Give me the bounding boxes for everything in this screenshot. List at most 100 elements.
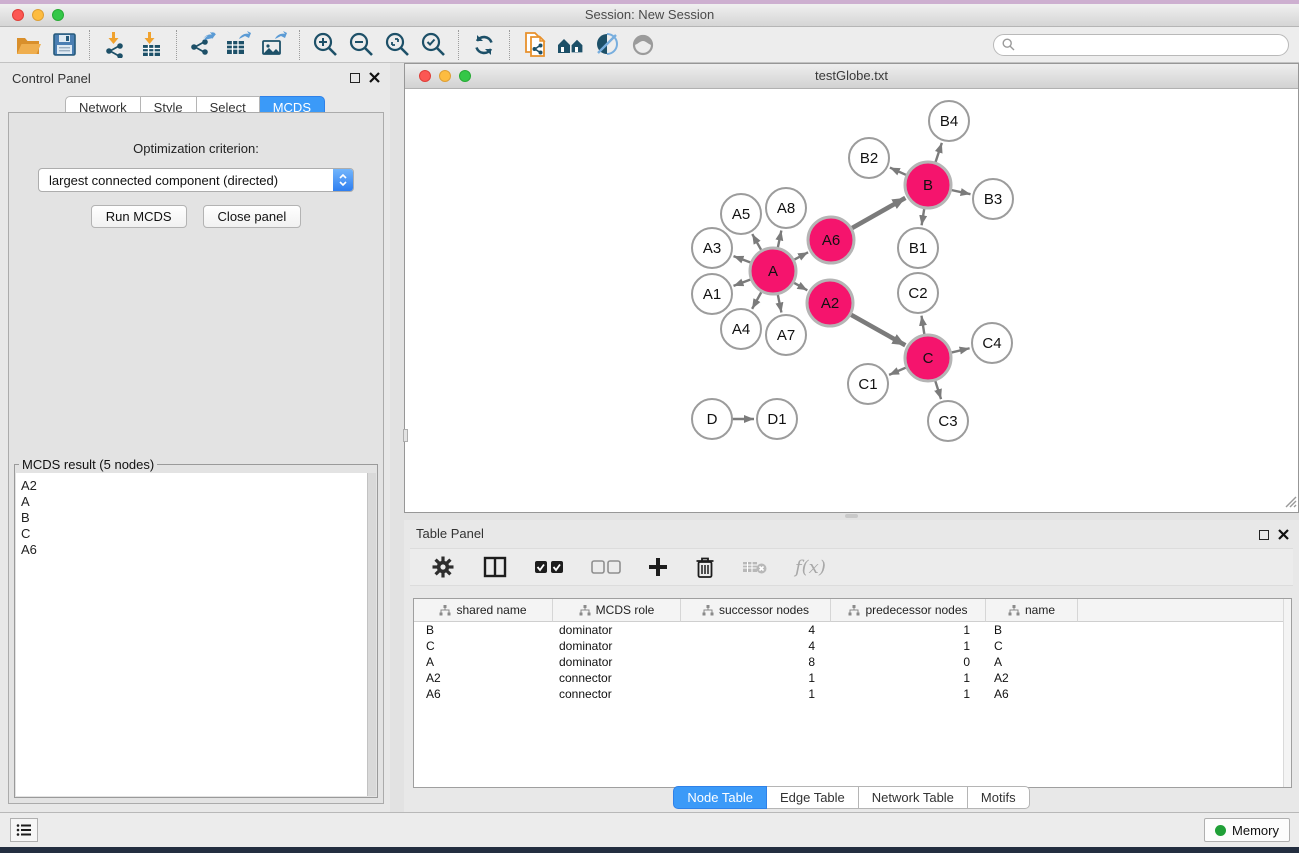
table-row[interactable]: A6connector11A6 [414, 686, 1291, 702]
graph-node-A7[interactable]: A7 [766, 315, 806, 355]
graph-node-A3[interactable]: A3 [692, 228, 732, 268]
graph-node-A8[interactable]: A8 [766, 188, 806, 228]
close-panel-icon[interactable] [369, 72, 380, 83]
graph-node-A2[interactable]: A2 [807, 280, 853, 326]
import-table-button[interactable] [133, 29, 169, 61]
tab-motifs[interactable]: Motifs [968, 786, 1030, 809]
network-overview-button[interactable] [553, 29, 589, 61]
delete-table-button[interactable] [742, 559, 768, 575]
delete-column-button[interactable] [695, 556, 715, 579]
minimize-window-button[interactable] [32, 9, 44, 21]
table-row[interactable]: Bdominator41B [414, 622, 1291, 638]
column-header-label: successor nodes [719, 603, 809, 617]
graph-node-D[interactable]: D [692, 399, 732, 439]
maximize-window-button[interactable] [52, 9, 64, 21]
close-window-button[interactable] [12, 9, 24, 21]
export-network-icon [189, 31, 216, 58]
save-session-button[interactable] [46, 29, 82, 61]
run-mcds-button[interactable]: Run MCDS [91, 205, 187, 228]
edge-A6-B[interactable] [848, 198, 906, 231]
export-table-button[interactable] [220, 29, 256, 61]
float-panel-icon[interactable] [1259, 530, 1269, 540]
table-row[interactable]: A2connector11A2 [414, 670, 1291, 686]
show-graphics-button[interactable] [625, 29, 661, 61]
table-row[interactable]: Adominator80A [414, 654, 1291, 670]
graph-node-A4[interactable]: A4 [721, 309, 761, 349]
cell-predecessor-nodes: 1 [831, 639, 986, 653]
graph-node-B3[interactable]: B3 [973, 179, 1013, 219]
desktop-scroll-tick[interactable] [403, 429, 408, 442]
close-panel-button[interactable]: Close panel [203, 205, 302, 228]
column-header-predecessor-nodes[interactable]: predecessor nodes [831, 599, 986, 622]
column-header-label: shared name [456, 603, 526, 617]
tab-edge-table[interactable]: Edge Table [767, 786, 859, 809]
show-columns-button[interactable] [483, 556, 507, 578]
graph-node-B1[interactable]: B1 [898, 228, 938, 268]
close-panel-icon[interactable] [1278, 529, 1289, 540]
svg-text:A5: A5 [732, 206, 750, 223]
hide-details-button[interactable] [589, 29, 625, 61]
export-network-button[interactable] [184, 29, 220, 61]
network-close-button[interactable] [419, 70, 431, 82]
resize-grip-icon[interactable] [1284, 495, 1297, 511]
duplicate-network-button[interactable] [517, 29, 553, 61]
zoom-selected-icon [420, 31, 447, 58]
graph-node-A5[interactable]: A5 [721, 194, 761, 234]
open-session-button[interactable] [10, 29, 46, 61]
add-column-button[interactable] [648, 557, 668, 577]
tab-node-table[interactable]: Node Table [673, 786, 767, 809]
task-history-button[interactable] [10, 818, 38, 842]
network-minimize-button[interactable] [439, 70, 451, 82]
memory-label: Memory [1232, 823, 1279, 838]
network-maximize-button[interactable] [459, 70, 471, 82]
table-tabs: Node Table Edge Table Network Table Moti… [404, 786, 1299, 809]
float-panel-icon[interactable] [350, 73, 360, 83]
graph-node-D1[interactable]: D1 [757, 399, 797, 439]
graph-node-B4[interactable]: B4 [929, 101, 969, 141]
attribute-tree-icon [1008, 605, 1020, 616]
result-item[interactable]: C [21, 526, 376, 542]
table-scrollbar[interactable] [1283, 599, 1291, 787]
graph-node-C2[interactable]: C2 [898, 273, 938, 313]
graph-node-C4[interactable]: C4 [972, 323, 1012, 363]
function-builder-button[interactable]: f(x) [795, 557, 826, 578]
table-row[interactable]: Cdominator41C [414, 638, 1291, 654]
graph-node-A6[interactable]: A6 [808, 217, 854, 263]
zoom-fit-button[interactable] [379, 29, 415, 61]
column-header-shared-name[interactable]: shared name [414, 599, 553, 622]
cell-shared-name: A [414, 655, 553, 669]
memory-button[interactable]: Memory [1204, 818, 1290, 842]
result-list-scrollbar[interactable] [367, 473, 376, 796]
tab-network-table[interactable]: Network Table [859, 786, 968, 809]
export-image-button[interactable] [256, 29, 292, 61]
graph-node-A[interactable]: A [750, 248, 796, 294]
result-item[interactable]: A [21, 494, 376, 510]
graph-node-C1[interactable]: C1 [848, 364, 888, 404]
result-item[interactable]: A2 [21, 478, 376, 494]
network-canvas[interactable]: A A1 A2 A3 A4 A5 A6 A7 A8 B B1 B2 B3B4 C C1 C2 C3C4 D D1 [405, 90, 1298, 512]
edge-A2-C[interactable] [847, 312, 906, 345]
zoom-in-button[interactable] [307, 29, 343, 61]
deselect-all-button[interactable] [591, 560, 621, 574]
result-item[interactable]: A6 [21, 542, 376, 558]
table-settings-button[interactable] [430, 554, 456, 580]
column-header-successor-nodes[interactable]: successor nodes [681, 599, 831, 622]
column-header-name[interactable]: name [986, 599, 1078, 622]
split-pane-handle[interactable] [845, 514, 858, 518]
import-network-button[interactable] [97, 29, 133, 61]
criterion-select[interactable]: largest connected component (directed) [38, 168, 354, 192]
zoom-selected-button[interactable] [415, 29, 451, 61]
search-input[interactable] [1020, 37, 1280, 53]
network-window-titlebar[interactable]: testGlobe.txt [405, 64, 1298, 89]
select-all-button[interactable] [534, 560, 564, 574]
column-header-MCDS-role[interactable]: MCDS role [553, 599, 681, 622]
graph-node-B2[interactable]: B2 [849, 138, 889, 178]
graph-node-C3[interactable]: C3 [928, 401, 968, 441]
svg-text:D: D [707, 411, 718, 428]
zoom-out-button[interactable] [343, 29, 379, 61]
refresh-button[interactable] [466, 29, 502, 61]
graph-node-A1[interactable]: A1 [692, 274, 732, 314]
graph-node-C[interactable]: C [905, 335, 951, 381]
result-item[interactable]: B [21, 510, 376, 526]
graph-node-B[interactable]: B [905, 162, 951, 208]
